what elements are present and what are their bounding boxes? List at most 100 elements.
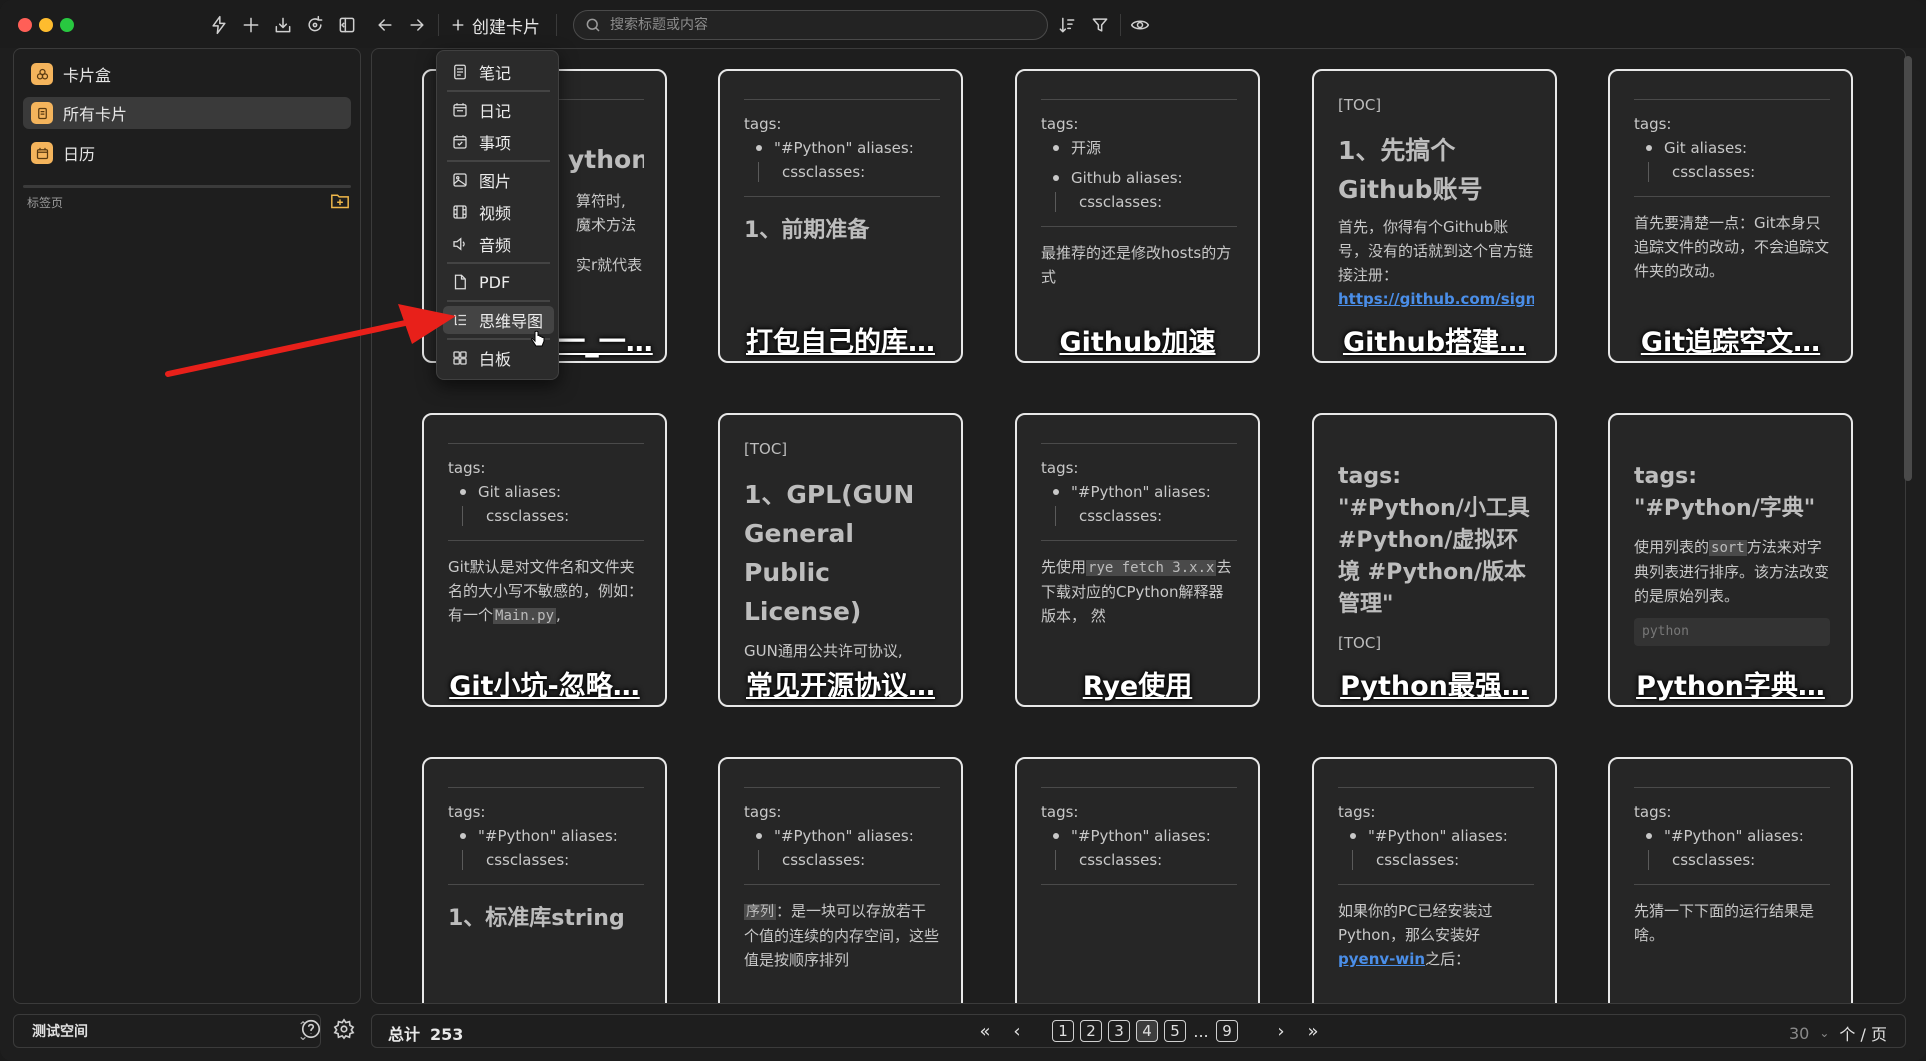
menu-divider bbox=[447, 262, 550, 264]
sidebar-item-cardbox[interactable]: 卡片盒 bbox=[23, 58, 351, 90]
card-title: Rye使用 bbox=[1082, 670, 1193, 702]
create-card-button[interactable]: 创建卡片 bbox=[450, 11, 540, 39]
diary-icon bbox=[453, 103, 467, 117]
plus-icon[interactable] bbox=[238, 12, 264, 38]
page-size-value: 30 bbox=[1789, 1023, 1810, 1043]
hand-cursor-icon bbox=[531, 330, 545, 347]
sidebar-item-label: 日历 bbox=[63, 145, 96, 164]
back-arrow-icon[interactable] bbox=[372, 12, 398, 38]
toolbar-divider bbox=[556, 14, 557, 36]
card[interactable]: tags: "#Python/小工具 #Python/虚拟环境 #Python/… bbox=[1312, 413, 1557, 707]
card[interactable]: tags: "#Python" aliases: cssclasses: 先使用… bbox=[1015, 413, 1260, 707]
toolbar-divider bbox=[438, 14, 439, 36]
card[interactable]: tags: "#Python" aliases: cssclasses: 序列：… bbox=[718, 757, 963, 1003]
sidebar-item-label: 卡片盒 bbox=[63, 66, 112, 85]
sidebar-item-calendar[interactable]: 日历 bbox=[23, 137, 351, 169]
card[interactable]: [TOC] 1、先搞个Github账号 首先，你得有个Github账号，没有的话… bbox=[1312, 69, 1557, 363]
forward-arrow-icon[interactable] bbox=[404, 12, 430, 38]
sort-icon[interactable] bbox=[1054, 12, 1080, 38]
card[interactable]: tags: "#Python" aliases: cssclasses: 如果你… bbox=[1312, 757, 1557, 1003]
menu-divider bbox=[447, 90, 550, 92]
card-title: Python最强… bbox=[1340, 670, 1529, 702]
task-icon bbox=[453, 135, 467, 149]
new-folder-icon[interactable] bbox=[330, 192, 350, 210]
search-input[interactable] bbox=[610, 17, 1030, 33]
close-window-button[interactable] bbox=[18, 18, 32, 32]
whiteboard-icon bbox=[453, 351, 467, 365]
last-page-icon[interactable]: » bbox=[1300, 1021, 1326, 1042]
github-signup-link[interactable]: https://github.com/sign bbox=[1338, 287, 1534, 311]
card[interactable]: tags: "#Python" aliases: cssclasses: 1、前… bbox=[718, 69, 963, 363]
card-title: 打包自己的库… bbox=[746, 326, 935, 358]
menu-divider bbox=[447, 160, 550, 162]
pagination: « ‹ 1 2 3 4 5 ... 9 › » bbox=[972, 1019, 1326, 1043]
image-icon bbox=[453, 173, 467, 187]
note-icon bbox=[454, 64, 466, 80]
first-page-icon[interactable]: « bbox=[972, 1021, 998, 1042]
zoom-window-button[interactable] bbox=[60, 18, 74, 32]
import-icon[interactable] bbox=[270, 12, 296, 38]
card[interactable]: tags: "#Python/字典" 使用列表的 sort 方法来对字典列表进行排序… bbox=[1608, 413, 1853, 707]
menu-item-audio[interactable]: 音频 bbox=[443, 230, 554, 258]
search-box[interactable] bbox=[573, 10, 1048, 40]
lightning-icon[interactable] bbox=[206, 12, 232, 38]
menu-item-note[interactable]: 笔记 bbox=[443, 58, 554, 86]
audio-icon bbox=[453, 237, 465, 251]
app-window: 创建卡片 卡片盒 所有卡片 bbox=[0, 0, 1926, 1061]
total-count: 总计 253 bbox=[388, 1025, 464, 1044]
calendar-icon bbox=[31, 142, 53, 164]
menu-item-task[interactable]: 事项 bbox=[443, 128, 554, 156]
plus-icon bbox=[452, 19, 464, 31]
card[interactable]: tags: "#Python" aliases: cssclasses: 1、标… bbox=[422, 757, 667, 1003]
menu-item-image[interactable]: 图片 bbox=[443, 166, 554, 194]
card[interactable]: tags: "#Python" aliases: cssclasses: bbox=[1015, 757, 1260, 1003]
menu-item-pdf[interactable]: PDF bbox=[443, 268, 554, 296]
cardbox-icon bbox=[31, 63, 53, 85]
menu-item-video[interactable]: 视频 bbox=[443, 198, 554, 226]
chevron-down-icon: ⌄ bbox=[1819, 1026, 1830, 1040]
vertical-scrollbar[interactable] bbox=[1904, 56, 1912, 481]
menu-divider bbox=[447, 300, 550, 302]
menu-item-diary[interactable]: 日记 bbox=[443, 96, 554, 124]
card[interactable]: tags: Git aliases: cssclasses: 首先要清楚一点：G… bbox=[1608, 69, 1853, 363]
sidebar-item-all-cards[interactable]: 所有卡片 bbox=[23, 97, 351, 129]
page-size-selector[interactable]: 30 ⌄ 个 / 页 bbox=[1789, 1021, 1887, 1045]
card-grid: ython/ 算符时, 魔术方法 实r就代表 一_一… tags: "#Pyth… bbox=[371, 48, 1906, 1004]
card[interactable]: tags: "#Python" aliases: cssclasses: 先猜一… bbox=[1608, 757, 1853, 1003]
refresh-search-icon[interactable] bbox=[302, 12, 328, 38]
page-button[interactable]: 9 bbox=[1216, 1020, 1238, 1042]
page-button[interactable]: 1 bbox=[1052, 1020, 1074, 1042]
card-title: Git追踪空文… bbox=[1640, 326, 1821, 358]
pyenv-win-link[interactable]: pyenv-win bbox=[1338, 950, 1425, 968]
help-icon[interactable] bbox=[300, 1018, 326, 1044]
title-bar: 创建卡片 bbox=[0, 0, 1926, 48]
tags-section-label: 标签页 bbox=[27, 196, 64, 210]
card[interactable]: tags: Git aliases: cssclasses: Git默认是对文件… bbox=[422, 413, 667, 707]
sidebar-toggle-icon[interactable] bbox=[334, 12, 360, 38]
card-title: 常见开源协议… bbox=[746, 670, 935, 702]
gear-icon[interactable] bbox=[333, 1018, 359, 1044]
card[interactable]: [TOC] 1、GPL(GUN General Public License) … bbox=[718, 413, 963, 707]
next-page-icon[interactable]: › bbox=[1268, 1021, 1294, 1042]
card-title: Python字典… bbox=[1636, 670, 1825, 702]
toolbar-divider bbox=[1120, 14, 1121, 36]
page-ellipsis: ... bbox=[1193, 1021, 1209, 1041]
pdf-icon bbox=[454, 274, 466, 290]
page-button-current[interactable]: 4 bbox=[1136, 1020, 1158, 1042]
card-title: Github搭建… bbox=[1342, 326, 1527, 358]
minimize-window-button[interactable] bbox=[39, 18, 53, 32]
card[interactable]: tags: 开源 Github aliases: cssclasses: 最推荐… bbox=[1015, 69, 1260, 363]
page-button[interactable]: 3 bbox=[1108, 1020, 1130, 1042]
sidebar-item-label: 所有卡片 bbox=[63, 105, 128, 124]
prev-page-icon[interactable]: ‹ bbox=[1004, 1021, 1030, 1042]
search-icon bbox=[586, 18, 600, 32]
page-button[interactable]: 2 bbox=[1080, 1020, 1102, 1042]
page-button[interactable]: 5 bbox=[1164, 1020, 1186, 1042]
eye-icon[interactable] bbox=[1127, 12, 1153, 38]
mindmap-icon bbox=[454, 314, 466, 326]
filter-icon[interactable] bbox=[1087, 12, 1113, 38]
page-size-unit: 个 / 页 bbox=[1839, 1025, 1887, 1044]
status-bar: 总计 253 « ‹ 1 2 3 4 5 ... 9 › » 30 ⌄ 个 / 页 bbox=[371, 1014, 1906, 1048]
workspace-name: 测试空间 bbox=[32, 1024, 88, 1040]
workspace-selector[interactable]: 测试空间 ⌃ ⌄ bbox=[13, 1014, 321, 1048]
